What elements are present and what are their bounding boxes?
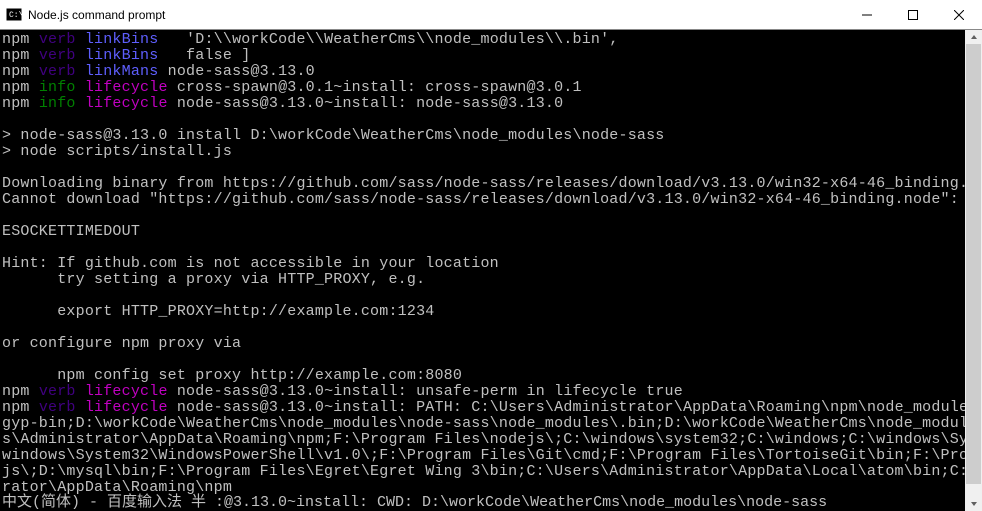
scroll-down-arrow[interactable] xyxy=(965,497,982,511)
terminal-line: windows\System32\WindowsPowerShell\v1.0\… xyxy=(2,448,982,464)
terminal-line: npm verb lifecycle node-sass@3.13.0~inst… xyxy=(2,384,982,400)
terminal-line: Hint: If github.com is not accessible in… xyxy=(2,256,982,272)
terminal-line: npm info lifecycle cross-spawn@3.0.1~ins… xyxy=(2,80,982,96)
terminal-line: Downloading binary from https://github.c… xyxy=(2,176,982,192)
cmd-icon: C:\ xyxy=(6,7,22,23)
terminal-line: try setting a proxy via HTTP_PROXY, e.g. xyxy=(2,272,982,288)
terminal-line: or configure npm proxy via xyxy=(2,336,982,352)
terminal-line: Cannot download "https://github.com/sass… xyxy=(2,192,982,208)
titlebar: C:\ Node.js command prompt xyxy=(0,0,982,30)
terminal-line: js\;D:\mysql\bin;F:\Program Files\Egret\… xyxy=(2,464,982,480)
terminal-line: npm verb linkBins 'D:\\workCode\\Weather… xyxy=(2,32,982,48)
ime-status-bar: 中文(简体) - 百度输入法 半 :@3.13.0~install: CWD: … xyxy=(0,495,827,511)
terminal-line: npm verb linkBins false ] xyxy=(2,48,982,64)
terminal-line: gyp-bin;D:\workCode\WeatherCms\node_modu… xyxy=(2,416,982,432)
terminal-line: > node-sass@3.13.0 install D:\workCode\W… xyxy=(2,128,982,144)
terminal-line xyxy=(2,112,982,128)
terminal-line: s\Administrator\AppData\Roaming\npm;F:\P… xyxy=(2,432,982,448)
terminal-line: ESOCKETTIMEDOUT xyxy=(2,224,982,240)
terminal-line xyxy=(2,240,982,256)
window-title: Node.js command prompt xyxy=(28,8,844,22)
terminal-line xyxy=(2,208,982,224)
scroll-up-arrow[interactable] xyxy=(965,30,982,44)
scrollbar[interactable] xyxy=(965,30,982,511)
maximize-button[interactable] xyxy=(890,0,936,29)
window-buttons xyxy=(844,0,982,29)
terminal-line xyxy=(2,288,982,304)
scroll-thumb[interactable] xyxy=(966,44,981,484)
terminal-line: npm config set proxy http://example.com:… xyxy=(2,368,982,384)
minimize-button[interactable] xyxy=(844,0,890,29)
terminal-line: npm verb lifecycle node-sass@3.13.0~inst… xyxy=(2,400,982,416)
terminal-line xyxy=(2,160,982,176)
svg-text:C:\: C:\ xyxy=(9,11,22,20)
terminal-line: > node scripts/install.js xyxy=(2,144,982,160)
terminal-output[interactable]: npm verb linkBins 'D:\\workCode\\Weather… xyxy=(0,30,982,511)
terminal-line xyxy=(2,320,982,336)
terminal-line xyxy=(2,352,982,368)
terminal-line: npm verb linkMans node-sass@3.13.0 xyxy=(2,64,982,80)
terminal-line: npm info lifecycle node-sass@3.13.0~inst… xyxy=(2,96,982,112)
close-button[interactable] xyxy=(936,0,982,29)
terminal-line: export HTTP_PROXY=http://example.com:123… xyxy=(2,304,982,320)
